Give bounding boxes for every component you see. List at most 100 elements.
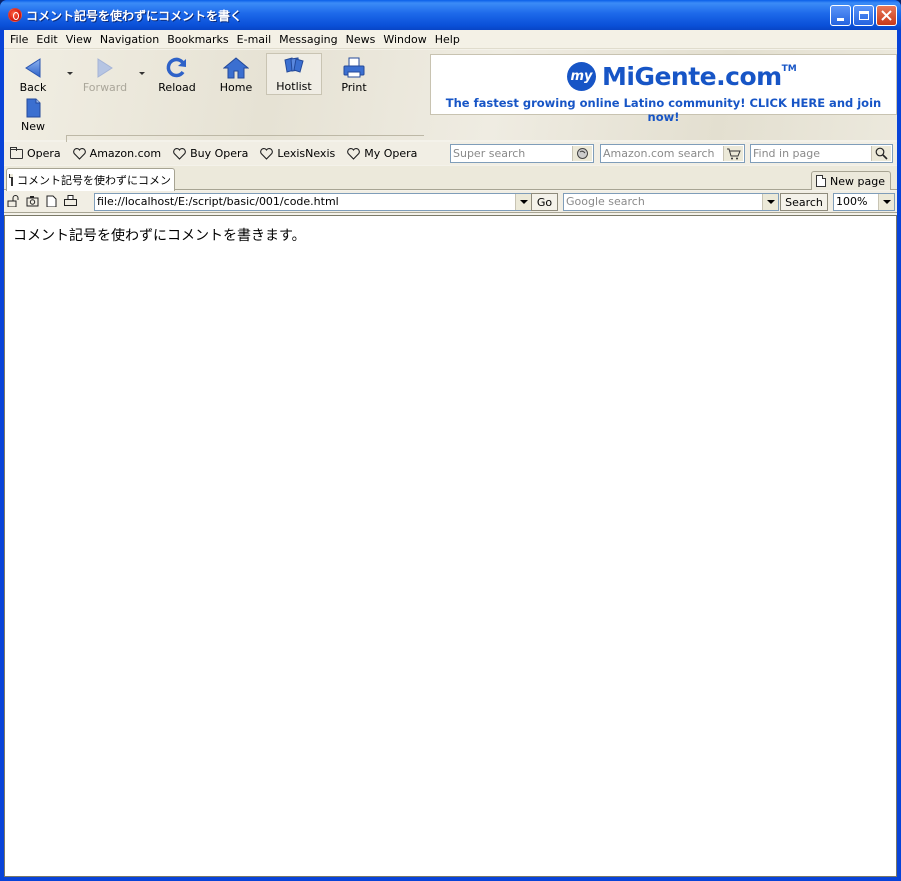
menu-help[interactable]: Help (431, 33, 464, 46)
bookmark-buy-opera[interactable]: Buy Opera (173, 147, 248, 160)
camera-icon[interactable] (26, 195, 39, 207)
heart-icon (347, 147, 361, 160)
back-arrow-icon (25, 58, 41, 78)
go-label: Go (536, 195, 553, 209)
printer-icon (343, 57, 365, 78)
globe-search-icon (577, 148, 588, 159)
close-icon (881, 10, 892, 21)
menu-messaging[interactable]: Messaging (275, 33, 341, 46)
menu-file[interactable]: File (6, 33, 32, 46)
migente-logo: my MiGente.com TM (567, 62, 797, 91)
maximize-icon (858, 11, 869, 20)
super-search-input[interactable]: Super search (450, 144, 594, 163)
reload-label: Reload (158, 81, 196, 94)
document-icon (9, 174, 13, 186)
window-title: コメント記号を使わずにコメントを書く (26, 8, 243, 23)
cart-icon (727, 148, 741, 160)
page-viewport[interactable]: コメント記号を使わずにコメントを書きます。 (4, 215, 897, 877)
menu-navigation[interactable]: Navigation (96, 33, 163, 46)
banner-tagline[interactable]: The fastest growing online Latino commun… (431, 96, 896, 124)
find-in-page-input[interactable]: Find in page (750, 144, 893, 163)
url-field[interactable]: file://localhost/E:/script/basic/001/cod… (94, 193, 532, 211)
zoom-dropdown[interactable] (878, 194, 894, 210)
chevron-down-icon (882, 200, 891, 204)
super-search-placeholder: Super search (453, 147, 526, 160)
print-preview-icon[interactable] (64, 195, 77, 207)
chevron-down-icon (519, 200, 528, 204)
google-search-placeholder: Google search (566, 195, 645, 208)
super-search-button[interactable] (572, 146, 592, 161)
search-engine-dropdown[interactable] (762, 194, 778, 210)
zoom-value: 100% (836, 195, 868, 208)
bookmark-opera[interactable]: Opera (10, 146, 61, 160)
new-label: New (21, 120, 45, 133)
document-icon (816, 175, 826, 187)
minimize-button[interactable] (830, 5, 851, 26)
tab-bar: コメント記号を使わずにコメント... New page (4, 166, 897, 191)
unlock-icon[interactable] (7, 195, 20, 207)
trademark-mark: TM (781, 64, 797, 74)
amazon-search-input[interactable]: Amazon.com search (600, 144, 745, 163)
tab-current-page[interactable]: コメント記号を使わずにコメント... (6, 168, 175, 191)
go-button[interactable]: Go (531, 193, 558, 211)
menu-view[interactable]: View (62, 33, 96, 46)
amazon-search-button[interactable] (723, 146, 743, 161)
browser-window: コメント記号を使わずにコメントを書く File Edit View Naviga… (0, 0, 901, 881)
menu-email[interactable]: E-mail (233, 33, 276, 46)
opera-logo-icon (8, 8, 22, 22)
title-bar[interactable]: コメント記号を使わずにコメントを書く (0, 0, 901, 30)
page-info-icon[interactable] (45, 195, 58, 207)
page-body-text: コメント記号を使わずにコメントを書きます。 (13, 228, 306, 244)
banner-brand: MiGente.com (602, 62, 782, 91)
tab-label: コメント記号を使わずにコメント... (17, 174, 175, 187)
bookmark-my-opera[interactable]: My Opera (347, 147, 417, 160)
print-button[interactable]: Print (326, 51, 382, 95)
forward-arrow-icon (97, 58, 113, 78)
forward-label: Forward (82, 81, 128, 94)
bookmark-amazon[interactable]: Amazon.com (72, 147, 161, 160)
zoom-select[interactable]: 100% (833, 193, 895, 211)
menu-bookmarks[interactable]: Bookmarks (163, 33, 232, 46)
print-label: Print (341, 81, 367, 94)
bookmark-label: Opera (27, 147, 61, 160)
menu-edit[interactable]: Edit (32, 33, 61, 46)
bookmark-label: Buy Opera (190, 147, 249, 160)
forward-button[interactable]: Forward (77, 51, 133, 95)
page-icons (7, 195, 77, 207)
back-dropdown-icon[interactable] (67, 72, 73, 75)
minimize-icon (837, 18, 844, 21)
url-text: file://localhost/E:/script/basic/001/cod… (97, 195, 339, 208)
url-history-dropdown[interactable] (515, 194, 531, 210)
find-button[interactable] (871, 146, 891, 161)
hotlist-button[interactable]: Hotlist (266, 53, 322, 95)
bookmark-label: LexisNexis (277, 147, 336, 160)
heart-icon (72, 147, 86, 160)
address-bar: file://localhost/E:/script/basic/001/cod… (4, 191, 897, 213)
home-icon (223, 57, 249, 79)
menu-bar: File Edit View Navigation Bookmarks E-ma… (4, 30, 897, 49)
new-page-label: New page (830, 174, 885, 188)
bookmark-lexisnexis[interactable]: LexisNexis (260, 147, 335, 160)
menu-news[interactable]: News (342, 33, 380, 46)
search-button[interactable]: Search (780, 193, 828, 211)
back-button[interactable]: Back (5, 51, 61, 95)
hotlist-icon (284, 57, 304, 73)
bookmark-label: My Opera (364, 147, 418, 160)
maximize-button[interactable] (853, 5, 874, 26)
new-page-icon (26, 98, 41, 118)
close-button[interactable] (876, 5, 897, 26)
new-button[interactable]: New (5, 94, 61, 134)
hotlist-label: Hotlist (276, 80, 312, 93)
ad-banner[interactable]: my MiGente.com TM The fastest growing on… (430, 54, 897, 124)
menu-window[interactable]: Window (379, 33, 430, 46)
amazon-search-placeholder: Amazon.com search (603, 147, 715, 160)
client-area: File Edit View Navigation Bookmarks E-ma… (4, 30, 897, 877)
google-search-input[interactable]: Google search (563, 193, 779, 211)
my-badge: my (567, 62, 596, 91)
new-page-button[interactable]: New page (811, 171, 891, 190)
forward-dropdown-icon[interactable] (139, 72, 145, 75)
reload-button[interactable]: Reload (149, 51, 205, 95)
search-button-label: Search (785, 195, 823, 209)
folder-icon (10, 146, 23, 159)
home-button[interactable]: Home (208, 51, 264, 95)
